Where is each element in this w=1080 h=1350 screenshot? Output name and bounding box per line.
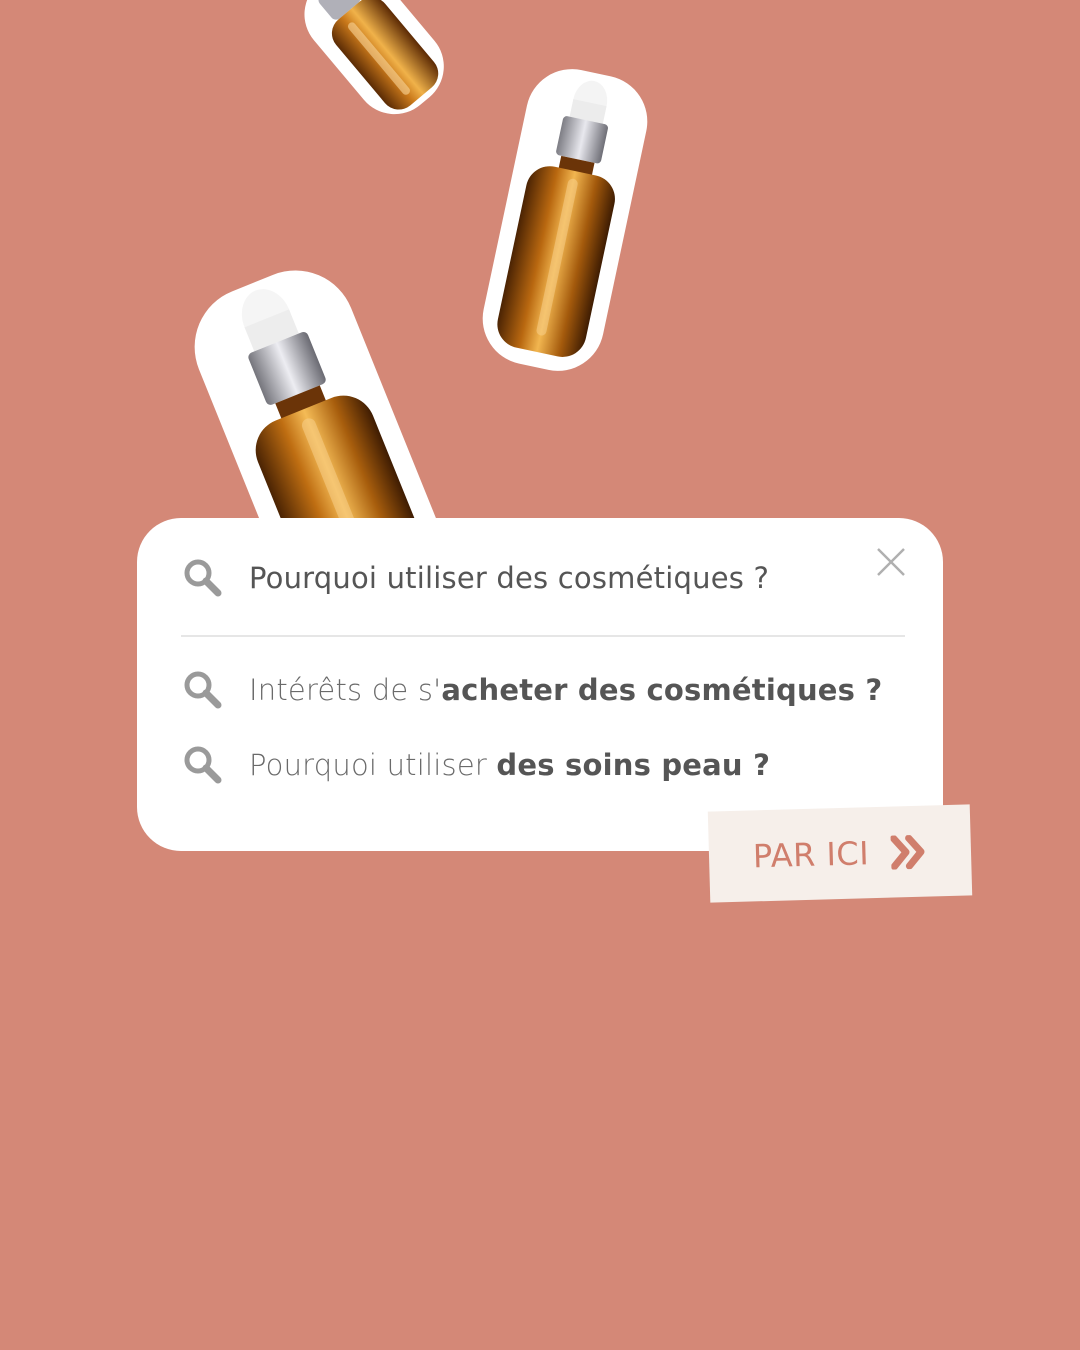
suggestion-completion: des soins peau ? [496,748,771,782]
search-icon [184,746,222,784]
search-card: Pourquoi utiliser des cosmétiques ? Inté… [137,518,943,851]
close-icon[interactable] [875,546,907,578]
par-ici-button[interactable]: PAR ICI [707,804,973,903]
suggestion-item[interactable]: Intérêts de s'acheter des cosmétiques ? [183,670,882,710]
search-query-row[interactable]: Pourquoi utiliser des cosmétiques ? [183,558,769,598]
dropper-bottle-icon [470,60,660,380]
search-icon [184,559,222,597]
divider [181,635,905,637]
suggestion-prefix: Pourquoi utiliser [249,748,497,782]
dropper-bottle-icon [293,0,463,133]
suggestion-prefix: Intérêts de s' [249,673,442,707]
suggestion-text: Intérêts de s'acheter des cosmétiques ? [249,673,882,707]
search-icon [184,671,222,709]
suggestion-item[interactable]: Pourquoi utiliser des soins peau ? [183,745,770,785]
search-query-text[interactable]: Pourquoi utiliser des cosmétiques ? [249,561,769,595]
cta-label: PAR ICI [752,833,870,875]
suggestion-text: Pourquoi utiliser des soins peau ? [249,748,770,782]
double-chevron-right-icon [890,834,925,870]
suggestion-completion: acheter des cosmétiques ? [441,673,883,707]
